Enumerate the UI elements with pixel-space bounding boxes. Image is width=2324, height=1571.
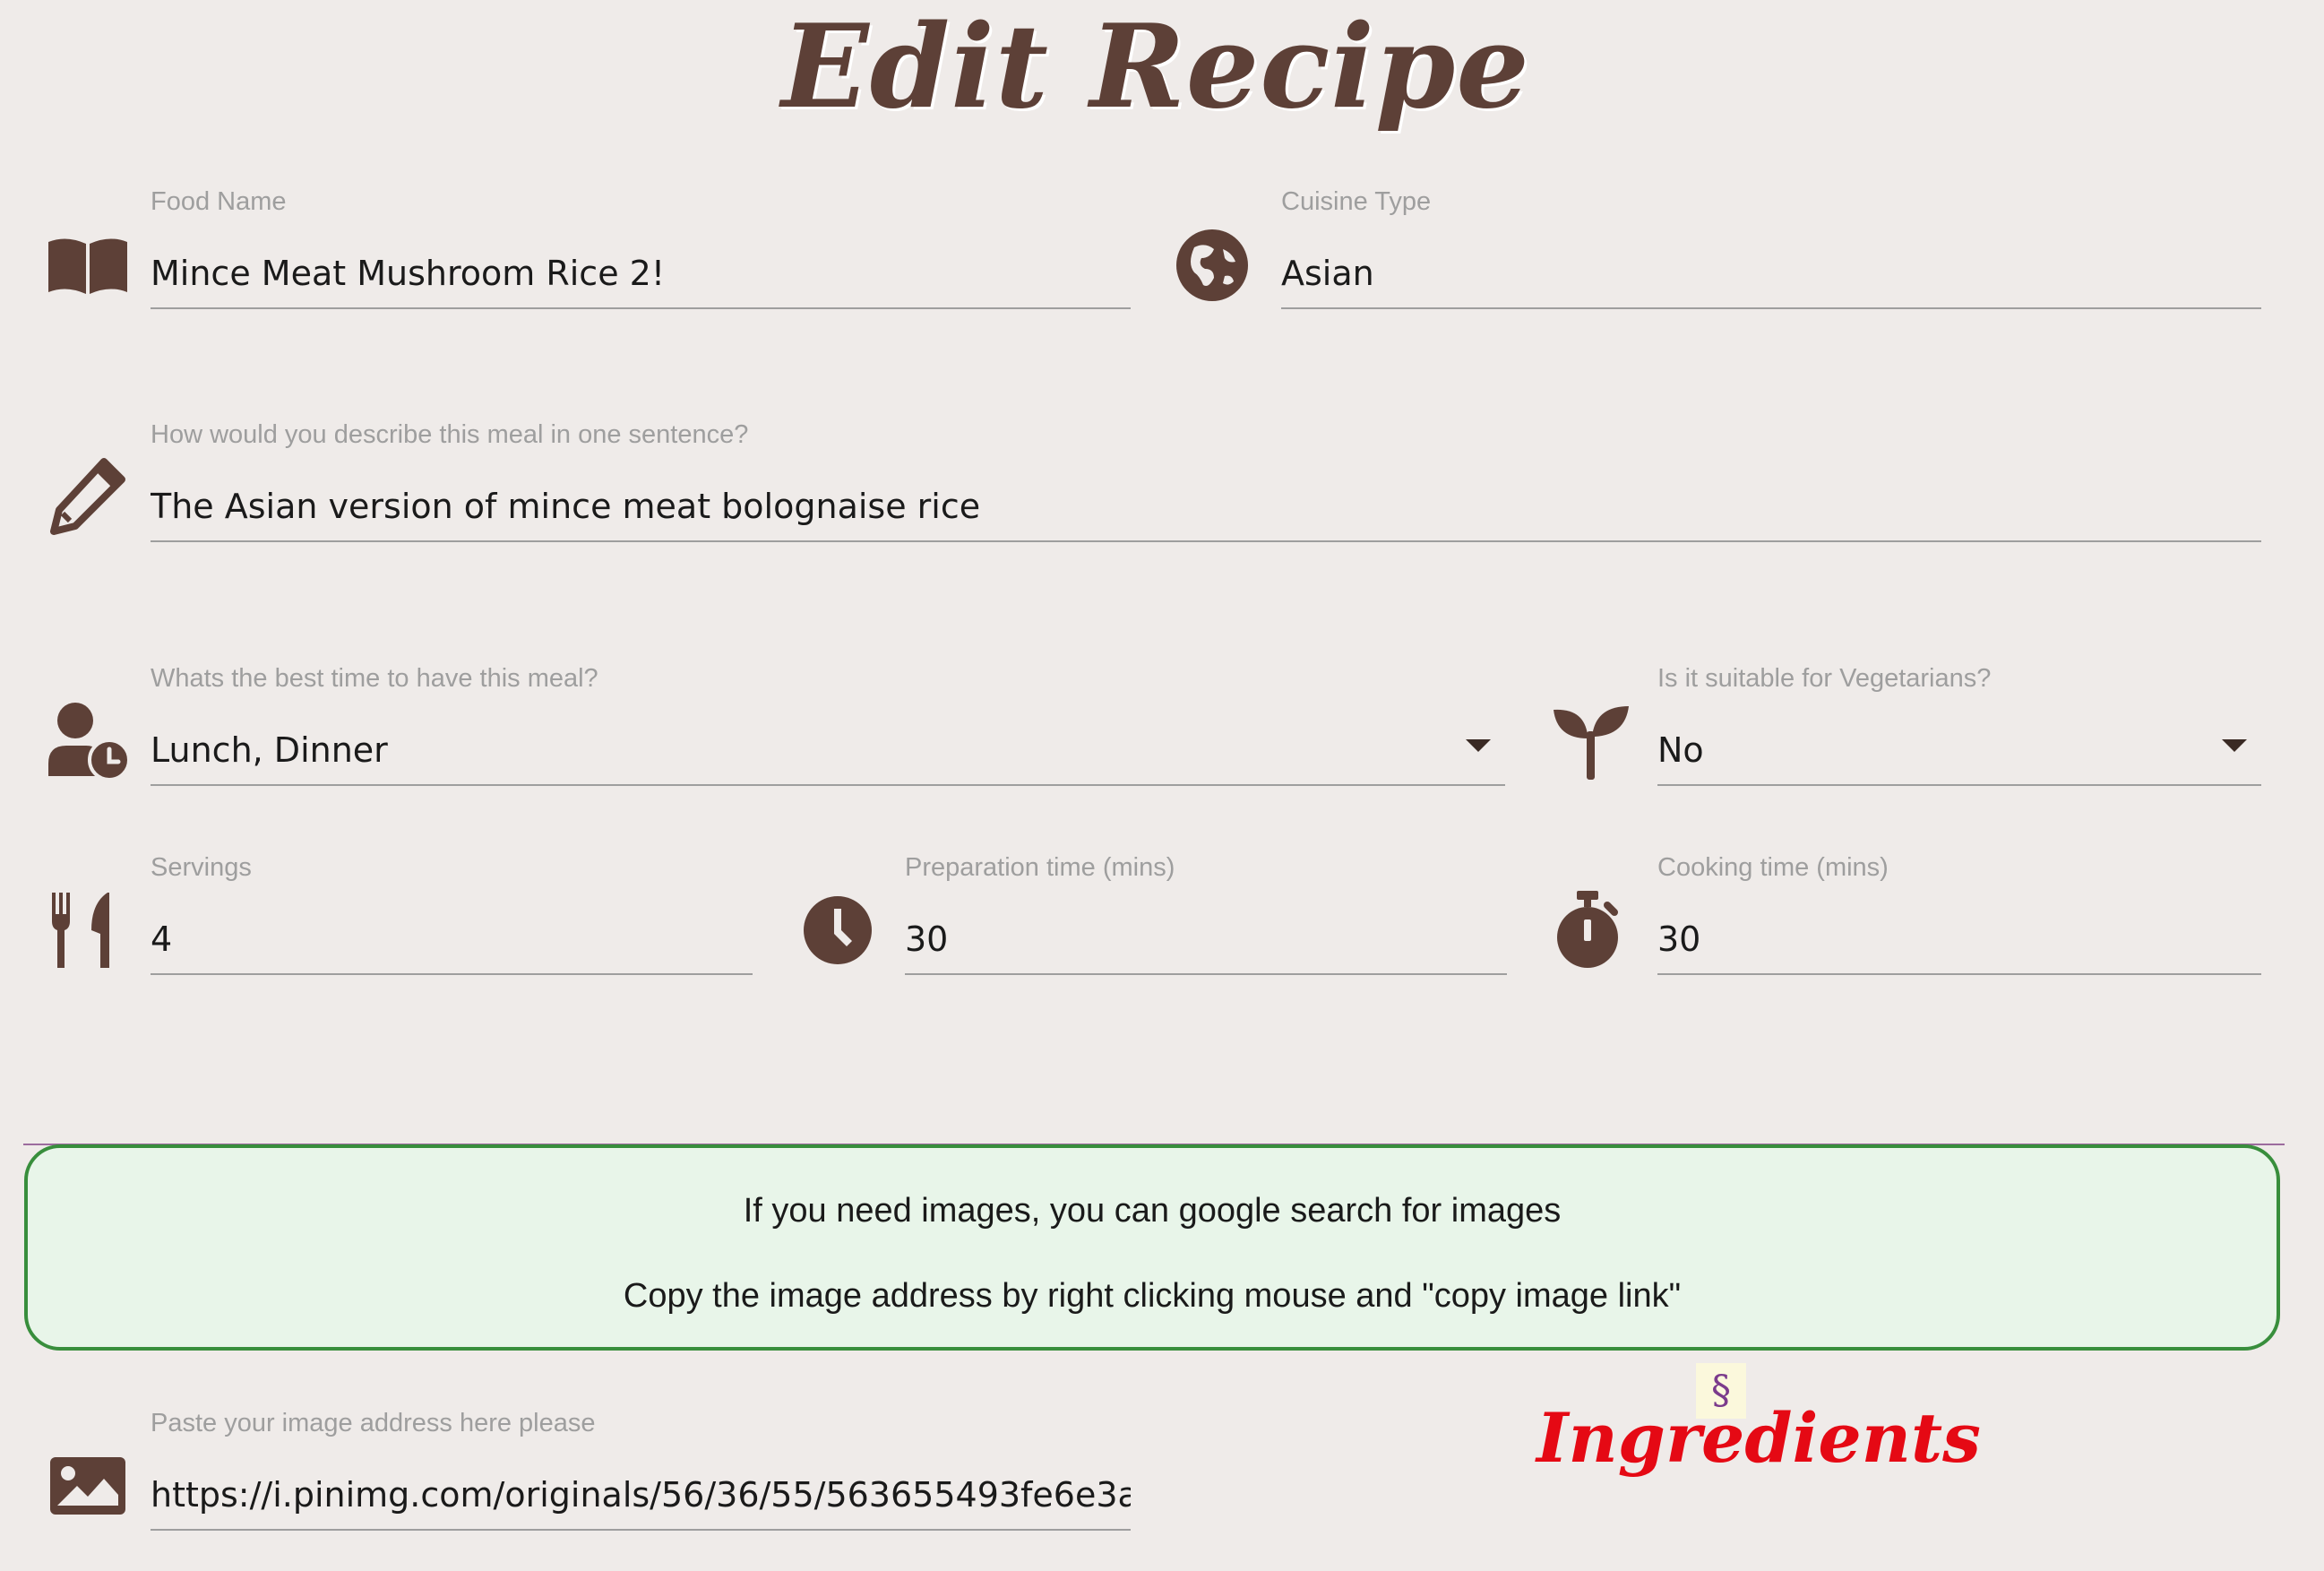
cuisine-type-field: Cuisine Type Asian	[1281, 184, 2261, 336]
image-help-notice: If you need images, you can google searc…	[24, 1144, 2280, 1351]
cook-time-label: Cooking time (mins)	[1657, 853, 1889, 882]
vegetarian-field: Is it suitable for Vegetarians? No	[1657, 660, 2261, 813]
cuisine-type-input[interactable]: Asian	[1281, 237, 2261, 309]
food-name-input[interactable]: Mince Meat Mushroom Rice 2!	[151, 237, 1131, 309]
pencil-icon	[45, 453, 131, 539]
servings-label: Servings	[151, 853, 252, 882]
page-title: Edit Recipe	[781, 0, 1530, 134]
stopwatch-icon	[1545, 887, 1631, 973]
section-anchor-marker[interactable]: §	[1696, 1363, 1746, 1419]
clock-icon	[795, 887, 881, 973]
image-icon	[45, 1443, 131, 1529]
seedling-icon	[1548, 699, 1634, 785]
description-label: How would you describe this meal in one …	[151, 420, 749, 449]
image-url-label: Paste your image address here please	[151, 1409, 596, 1437]
vegetarian-label: Is it suitable for Vegetarians?	[1657, 664, 1992, 693]
prep-time-field: Preparation time (mins) 30	[905, 850, 1507, 1002]
vegetarian-select[interactable]: No	[1657, 714, 2261, 786]
notice-line-1: If you need images, you can google searc…	[743, 1192, 1562, 1230]
notice-line-2: Copy the image address by right clicking…	[623, 1277, 1682, 1315]
description-field: How would you describe this meal in one …	[151, 417, 2261, 569]
chevron-down-icon[interactable]	[2222, 739, 2247, 752]
ingredients-heading: Ingredients	[1536, 1398, 1981, 1478]
utensils-icon	[45, 887, 131, 973]
meal-time-select[interactable]: Lunch, Dinner	[151, 714, 1505, 786]
prep-time-input[interactable]: 30	[905, 903, 1507, 975]
chevron-down-icon[interactable]	[1466, 739, 1491, 752]
cook-time-input[interactable]: 30	[1657, 903, 2261, 975]
description-input[interactable]: The Asian version of mince meat bolognai…	[151, 470, 2261, 542]
image-url-field: Paste your image address here please htt…	[151, 1405, 1131, 1558]
cook-time-field: Cooking time (mins) 30	[1657, 850, 2261, 1002]
prep-time-label: Preparation time (mins)	[905, 853, 1175, 882]
user-clock-icon	[45, 699, 131, 785]
meal-time-label: Whats the best time to have this meal?	[151, 664, 598, 693]
meal-time-field: Whats the best time to have this meal? L…	[151, 660, 1505, 813]
servings-field: Servings 4	[151, 850, 753, 1002]
globe-icon	[1169, 222, 1255, 308]
food-name-label: Food Name	[151, 187, 287, 216]
book-open-icon	[45, 222, 131, 308]
cuisine-type-label: Cuisine Type	[1281, 187, 1432, 216]
image-url-input[interactable]: https://i.pinimg.com/originals/56/36/55/…	[151, 1459, 1131, 1531]
servings-input[interactable]: 4	[151, 903, 753, 975]
food-name-field: Food Name Mince Meat Mushroom Rice 2!	[151, 184, 1131, 336]
